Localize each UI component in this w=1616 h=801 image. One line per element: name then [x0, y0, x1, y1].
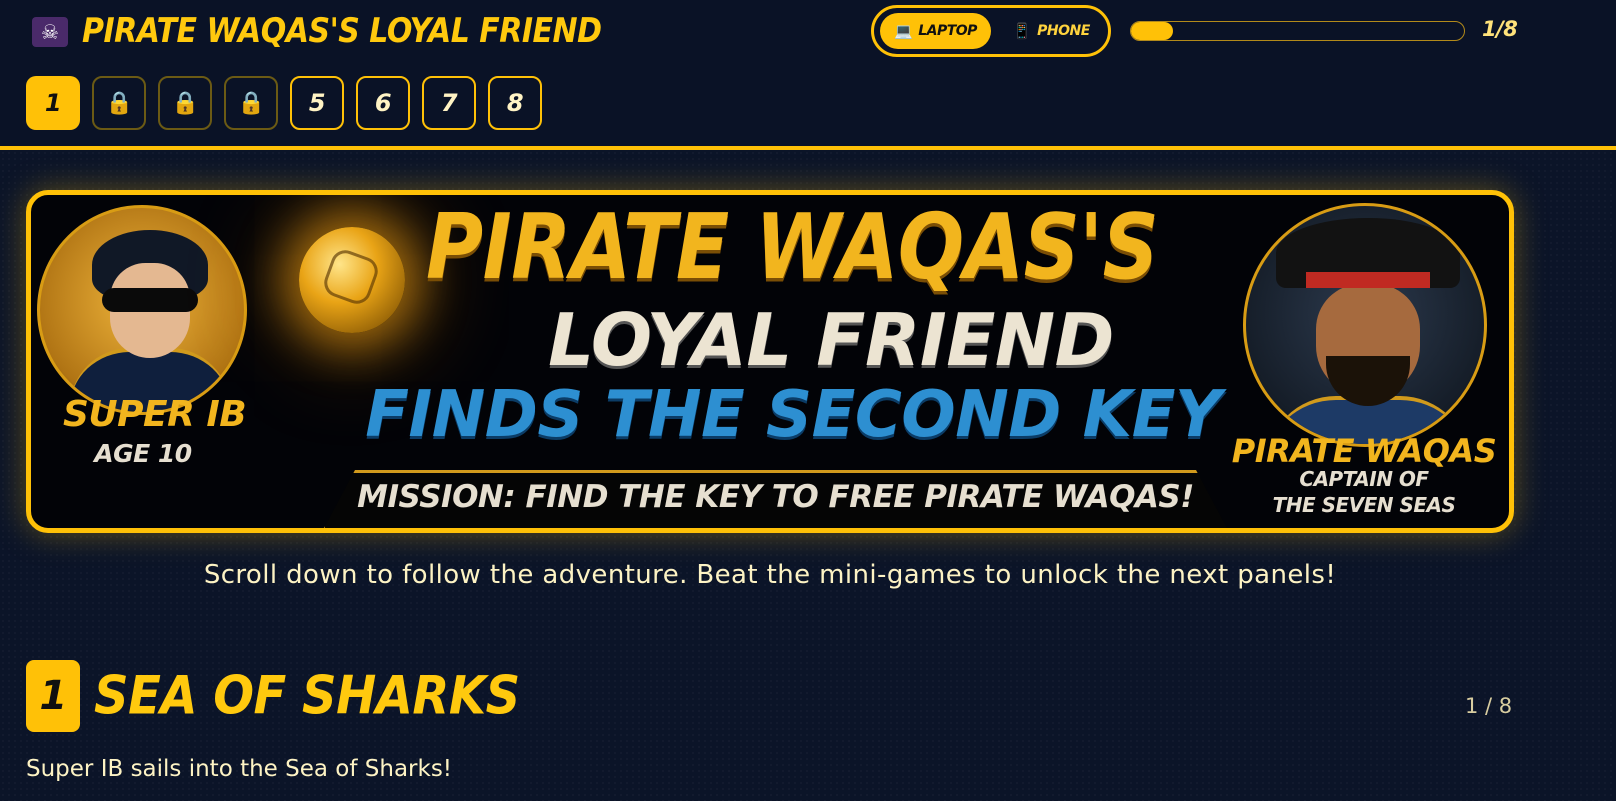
panel-tab-locked[interactable]: 🔒 [224, 76, 278, 130]
progress-fill [1131, 22, 1173, 40]
lock-icon: 🔒 [105, 90, 133, 116]
golden-ball-icon [299, 227, 405, 333]
section-title: SEA OF SHARKS [94, 665, 520, 727]
super-ib-portrait [37, 205, 247, 415]
laptop-label: LAPTOP [918, 23, 977, 39]
section-counter: 1 / 8 [1465, 694, 1513, 718]
progress-bar [1130, 21, 1465, 41]
intro-text: Scroll down to follow the adventure. Bea… [203, 560, 1337, 590]
mission-text: MISSION: FIND THE KEY TO FREE PIRATE WAQ… [357, 479, 1194, 515]
app-title: PIRATE WAQAS'S LOYAL FRIEND [82, 11, 602, 52]
pirate-name: PIRATE WAQAS [1231, 432, 1497, 470]
phone-icon: 📱 [1012, 22, 1032, 40]
panel-tab-5[interactable]: 5 [290, 76, 344, 130]
laptop-icon: 💻 [894, 22, 913, 40]
skull-crossbones-icon: ☠ [32, 16, 68, 47]
section-caption: Super IB sails into the Sea of Sharks! [26, 756, 453, 782]
panel-tab-locked[interactable]: 🔒 [158, 76, 212, 130]
panel-tab-1[interactable]: 1 [26, 76, 80, 130]
lock-icon: 🔒 [237, 90, 265, 116]
laptop-view-button[interactable]: 💻 LAPTOP [880, 13, 991, 49]
banner-title-line1: PIRATE WAQAS'S [426, 196, 1159, 300]
device-toggle: 💻 LAPTOP 📱 PHONE [871, 5, 1111, 57]
panel-tab-7[interactable]: 7 [422, 76, 476, 130]
pirate-title-line2: THE SEVEN SEAS [1272, 493, 1456, 517]
hero-banner: PIRATE WAQAS'S LOYAL FRIEND FINDS THE SE… [26, 190, 1514, 533]
section-number-badge: 1 [26, 660, 80, 732]
section-header: 1 SEA OF SHARKS [26, 660, 520, 732]
panel-tab-8[interactable]: 8 [488, 76, 542, 130]
panel-tab-locked[interactable]: 🔒 [92, 76, 146, 130]
phone-label: PHONE [1037, 23, 1090, 39]
lock-icon: 🔒 [171, 90, 199, 116]
pirate-waqas-portrait [1243, 203, 1487, 447]
banner-title-line2: LOYAL FRIEND [548, 298, 1114, 382]
top-bar: ☠ PIRATE WAQAS'S LOYAL FRIEND 💻 LAPTOP 📱… [0, 0, 1616, 150]
brand: ☠ PIRATE WAQAS'S LOYAL FRIEND [32, 11, 602, 52]
pirate-title-line1: CAPTAIN OF [1299, 467, 1429, 491]
phone-view-button[interactable]: 📱 PHONE [999, 13, 1104, 49]
panel-nav: 1 🔒 🔒 🔒 5 6 7 8 [26, 76, 542, 130]
hero-name: SUPER IB [63, 394, 247, 435]
hero-age: AGE 10 [94, 439, 192, 468]
panel-tab-6[interactable]: 6 [356, 76, 410, 130]
banner-title-line3: FINDS THE SECOND KEY [365, 378, 1221, 452]
progress-count: 1/8 [1482, 17, 1518, 41]
